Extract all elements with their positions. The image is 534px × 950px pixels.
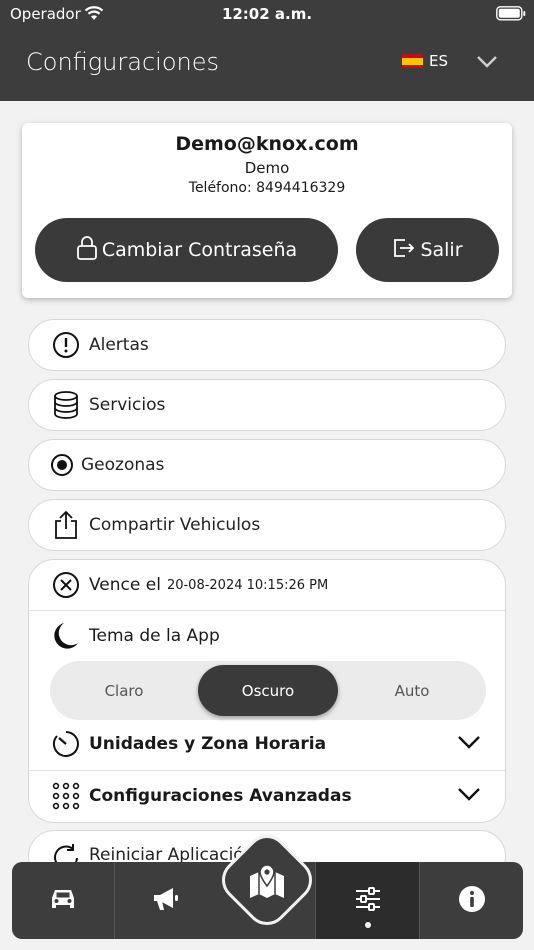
map-icon[interactable] bbox=[247, 862, 287, 902]
lock-icon bbox=[76, 235, 98, 266]
chevron-down-icon[interactable] bbox=[457, 786, 481, 806]
units-timezone-row[interactable]: Unidades y Zona Horaria bbox=[29, 728, 505, 760]
status-bar: Operador 12:02 a.m. bbox=[0, 0, 534, 28]
chevron-down-icon[interactable] bbox=[476, 54, 498, 73]
menu-item-geozones[interactable]: Geozonas bbox=[28, 439, 506, 491]
settings-panel: Vence el 20-08-2024 10:15:26 PM Tema de … bbox=[28, 559, 506, 823]
expires-label: Vence el bbox=[89, 575, 161, 595]
info-icon bbox=[458, 885, 486, 917]
divider bbox=[29, 770, 505, 771]
expires-date: 20-08-2024 10:15:26 PM bbox=[166, 577, 329, 593]
menu-item-label: Geozonas bbox=[81, 455, 165, 475]
account-email: Demo@knox.com bbox=[175, 133, 359, 155]
divider bbox=[29, 610, 505, 611]
megaphone-icon bbox=[151, 885, 181, 917]
tab-vehicles[interactable] bbox=[12, 862, 114, 939]
expiry-row: Vence el 20-08-2024 10:15:26 PM bbox=[29, 570, 505, 600]
menu-item-label: Servicios bbox=[89, 395, 166, 415]
alert-circle-icon bbox=[51, 330, 81, 360]
share-icon bbox=[51, 510, 81, 540]
car-icon bbox=[48, 886, 78, 916]
units-timezone-label: Unidades y Zona Horaria bbox=[89, 734, 327, 754]
database-icon bbox=[51, 390, 81, 420]
change-password-button[interactable]: Cambiar Contraseña bbox=[35, 218, 338, 282]
menu-item-share-vehicles[interactable]: Compartir Vehiculos bbox=[28, 499, 506, 551]
theme-row: Tema de la App bbox=[29, 620, 505, 652]
moon-icon bbox=[51, 621, 81, 651]
grid-dots-icon bbox=[51, 781, 81, 811]
timer-icon bbox=[51, 729, 81, 759]
active-tab-indicator bbox=[364, 922, 371, 928]
account-card: Demo@knox.com Demo Teléfono: 8494416329 … bbox=[22, 123, 512, 298]
app-header: Configuraciones ES bbox=[0, 28, 534, 101]
theme-option-dark[interactable]: Oscuro bbox=[198, 665, 338, 716]
tab-info[interactable] bbox=[420, 862, 523, 939]
theme-segmented-control: Claro Auto Oscuro bbox=[50, 661, 486, 720]
logout-button[interactable]: Salir bbox=[356, 218, 499, 282]
advanced-settings-row[interactable]: Configuraciones Avanzadas bbox=[29, 780, 505, 812]
page-title: Configuraciones bbox=[26, 48, 219, 76]
menu-item-label: Compartir Vehiculos bbox=[89, 515, 261, 535]
sliders-icon bbox=[354, 885, 382, 917]
account-name: Demo bbox=[244, 159, 290, 177]
tab-announcements[interactable] bbox=[115, 862, 217, 939]
close-circle-icon bbox=[51, 570, 81, 600]
tab-settings[interactable] bbox=[316, 862, 419, 939]
advanced-settings-label: Configuraciones Avanzadas bbox=[89, 786, 352, 806]
battery-icon bbox=[496, 6, 526, 25]
theme-option-auto[interactable]: Auto bbox=[338, 661, 486, 720]
language-code: ES bbox=[429, 52, 448, 70]
menu-item-label: Alertas bbox=[89, 335, 149, 355]
language-selector[interactable]: ES bbox=[402, 52, 448, 70]
theme-label: Tema de la App bbox=[89, 626, 220, 646]
theme-option-light[interactable]: Claro bbox=[50, 661, 198, 720]
change-password-label: Cambiar Contraseña bbox=[101, 239, 298, 261]
menu-item-services[interactable]: Servicios bbox=[28, 379, 506, 431]
logout-label: Salir bbox=[420, 239, 463, 261]
clock: 12:02 a.m. bbox=[221, 5, 313, 23]
target-icon bbox=[47, 450, 77, 480]
logout-icon bbox=[392, 237, 416, 264]
chevron-down-icon[interactable] bbox=[457, 734, 481, 754]
account-phone: Teléfono: 8494416329 bbox=[188, 180, 346, 196]
menu-item-alerts[interactable]: Alertas bbox=[28, 319, 506, 371]
spain-flag-icon bbox=[402, 54, 423, 68]
